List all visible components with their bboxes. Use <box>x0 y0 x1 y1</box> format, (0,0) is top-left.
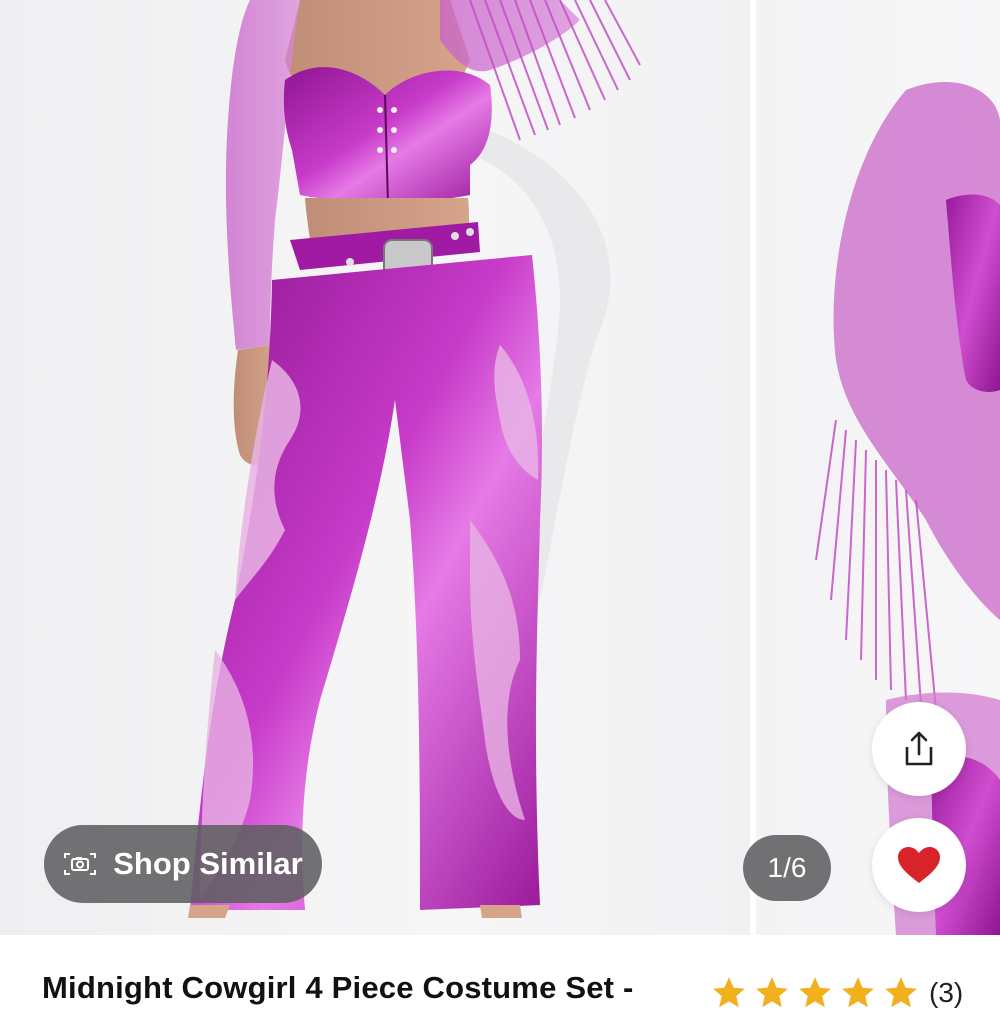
product-rating[interactable]: (3) <box>710 974 963 1012</box>
product-title: Midnight Cowgirl 4 Piece Costume Set - <box>42 970 634 1005</box>
star-icon <box>713 977 745 1008</box>
rating-count: (3) <box>929 977 964 1008</box>
star-icon <box>799 977 831 1008</box>
model-photo-illustration <box>188 0 641 918</box>
product-photo-next[interactable] <box>756 0 1000 935</box>
shop-similar-button[interactable]: Shop Similar <box>44 825 322 903</box>
model-photo-closeup-illustration <box>815 81 1000 935</box>
star-icon <box>885 977 917 1008</box>
shop-similar-label: Shop Similar <box>113 846 303 881</box>
product-photo-main[interactable] <box>0 0 750 935</box>
image-counter: 1/6 <box>743 835 831 901</box>
star-icon <box>756 977 788 1008</box>
star-icon <box>842 977 874 1008</box>
camera-scan-icon <box>64 853 97 875</box>
product-image-gallery[interactable]: Shop Similar 1/6 <box>0 0 1000 935</box>
heart-icon <box>898 847 940 883</box>
share-button[interactable] <box>872 702 966 796</box>
image-counter-text: 1/6 <box>767 852 807 883</box>
favorite-button[interactable] <box>872 818 966 912</box>
share-icon <box>905 731 933 766</box>
